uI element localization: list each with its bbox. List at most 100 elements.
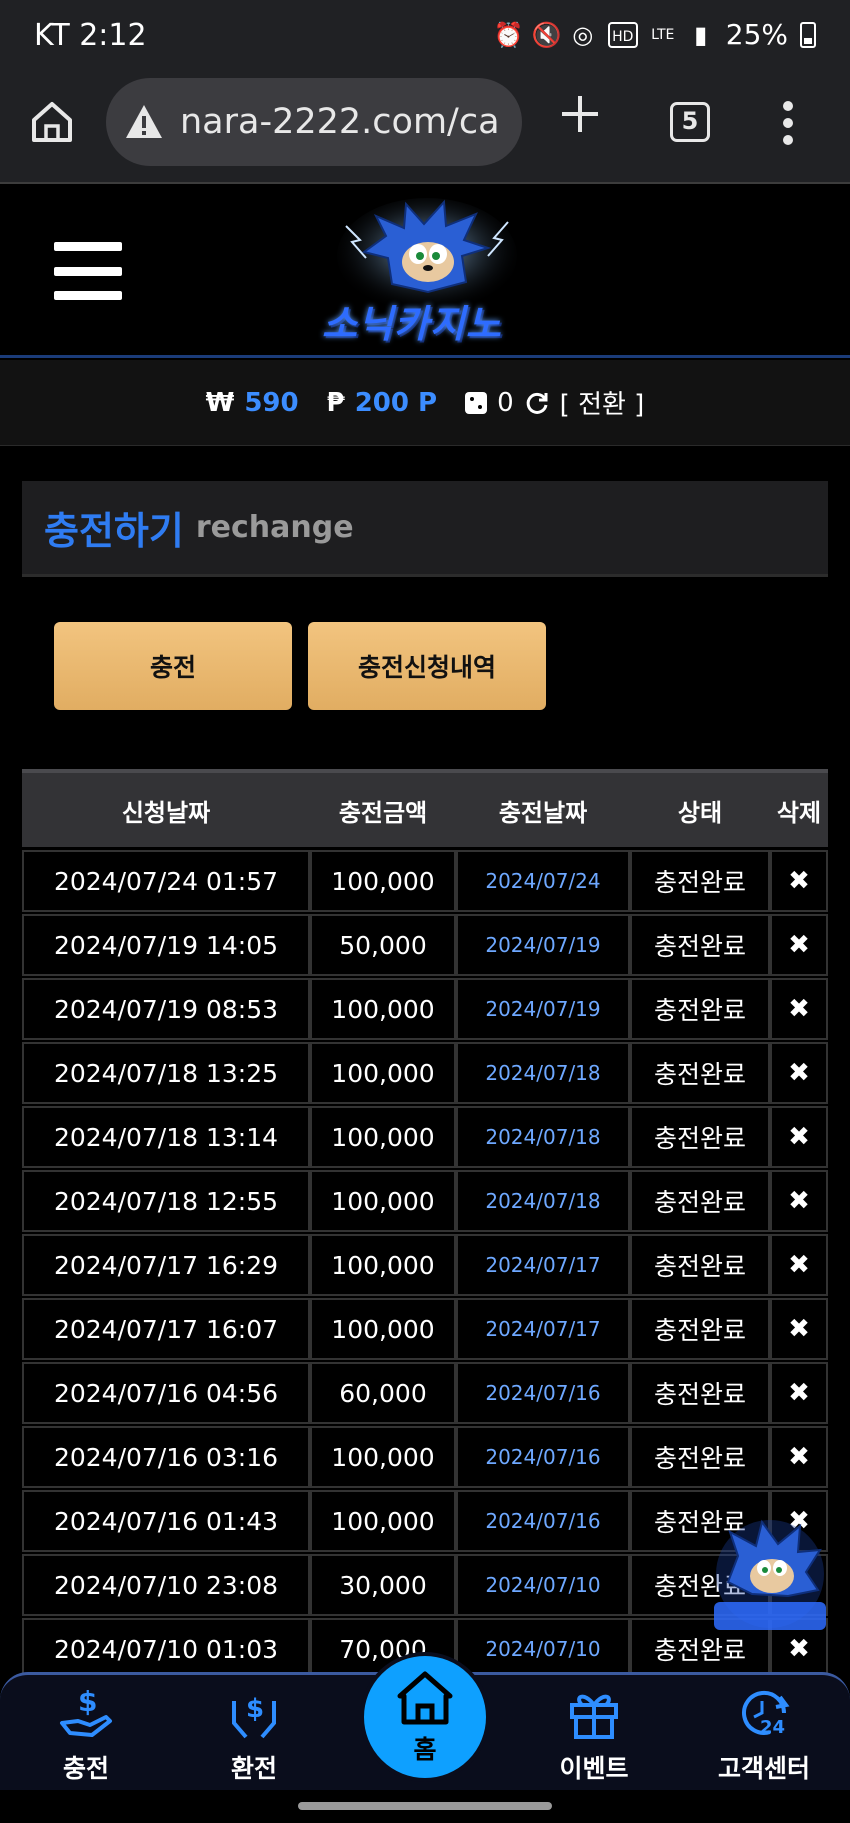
- cell-amount: 100,000: [310, 1106, 456, 1168]
- charge-history-button[interactable]: 충전신청내역: [308, 622, 546, 710]
- cell-charge-date: 2024/07/18: [456, 1042, 630, 1104]
- page-title-english: rechange: [195, 510, 354, 545]
- cell-status: 충전완료: [630, 914, 770, 976]
- header-delete: 삭제: [776, 798, 822, 827]
- delete-icon[interactable]: ✖: [770, 1298, 828, 1360]
- header-request-date: 신청날짜: [121, 798, 211, 827]
- delete-icon[interactable]: ✖: [770, 1362, 828, 1424]
- cell-status: 충전완료: [630, 978, 770, 1040]
- tab-switcher-button[interactable]: 5: [670, 102, 710, 142]
- battery-icon: [800, 21, 816, 48]
- new-tab-icon[interactable]: [558, 92, 602, 136]
- cell-request-date: 2024/07/16 04:56: [22, 1362, 310, 1424]
- cell-status: 충전완료: [630, 1234, 770, 1296]
- menu-icon[interactable]: [54, 242, 122, 300]
- cell-charge-date: 2024/07/19: [456, 914, 630, 976]
- cell-request-date: 2024/07/10 01:03: [22, 1618, 310, 1680]
- header-amount: 충전금액: [338, 798, 428, 827]
- more-menu-icon[interactable]: [782, 100, 794, 146]
- nav-event-label: 이벤트: [559, 1754, 629, 1783]
- cell-charge-date: 2024/07/10: [456, 1554, 630, 1616]
- carrier-time: KT 2:12: [34, 18, 147, 53]
- cell-charge-date: 2024/07/10: [456, 1618, 630, 1680]
- won-symbol: ₩: [205, 387, 235, 418]
- cell-amount: 100,000: [310, 1042, 456, 1104]
- cell-amount: 100,000: [310, 1170, 456, 1232]
- warning-icon[interactable]: [124, 102, 164, 142]
- delete-icon[interactable]: ✖: [770, 1426, 828, 1488]
- cell-amount: 100,000: [310, 1426, 456, 1488]
- browser-home-icon[interactable]: [28, 98, 76, 146]
- hd-icon: HD: [607, 21, 638, 48]
- charge-icon: $: [60, 1685, 112, 1737]
- nav-exchange[interactable]: $ 환전: [184, 1683, 324, 1791]
- cell-status: 충전완료: [630, 1362, 770, 1424]
- gift-icon: [570, 1694, 618, 1739]
- delete-icon[interactable]: ✖: [770, 1106, 828, 1168]
- delete-icon[interactable]: ✖: [770, 850, 828, 912]
- table-row: 2024/07/18 13:14 100,000 2024/07/18 충전완료 ✖: [22, 1106, 828, 1170]
- table-row: 2024/07/19 08:53 100,000 2024/07/19 충전완료 ✖: [22, 978, 828, 1042]
- svg-text:24: 24: [760, 1717, 785, 1738]
- delete-icon[interactable]: ✖: [770, 1042, 828, 1104]
- gesture-handle[interactable]: [298, 1802, 552, 1810]
- chip-balance: 0: [497, 387, 514, 418]
- url-text[interactable]: nara-2222.com/ca: [180, 102, 500, 142]
- cell-request-date: 2024/07/19 08:53: [22, 978, 310, 1040]
- nav-home[interactable]: 홈: [360, 1652, 490, 1782]
- cell-charge-date: 2024/07/19: [456, 978, 630, 1040]
- cell-amount: 100,000: [310, 978, 456, 1040]
- cell-amount: 100,000: [310, 1298, 456, 1360]
- table-row: 2024/07/17 16:29 100,000 2024/07/17 충전완료 ✖: [22, 1234, 828, 1298]
- nav-charge[interactable]: $ 충전: [16, 1683, 156, 1791]
- nav-support-label: 고객센터: [717, 1754, 810, 1783]
- hotspot-icon: ◎: [572, 20, 594, 49]
- cell-request-date: 2024/07/16 01:43: [22, 1490, 310, 1552]
- delete-icon[interactable]: ✖: [770, 914, 828, 976]
- refresh-icon[interactable]: [524, 390, 550, 416]
- site-header: 소닉카지노: [0, 186, 850, 358]
- won-balance: 590: [244, 387, 299, 418]
- cell-request-date: 2024/07/17 16:29: [22, 1234, 310, 1296]
- address-bar[interactable]: nara-2222.com/ca: [106, 78, 522, 166]
- table-header: 신청날짜 충전금액 충전날짜 상태 삭제: [22, 769, 828, 847]
- cell-status: 충전완료: [630, 1106, 770, 1168]
- signal-icon: ▮: [694, 20, 708, 49]
- floating-mascot-icon[interactable]: [708, 1516, 832, 1640]
- delete-icon[interactable]: ✖: [770, 978, 828, 1040]
- cell-status: 충전완료: [630, 1170, 770, 1232]
- cell-charge-date: 2024/07/18: [456, 1106, 630, 1168]
- page-title: 충전하기 rechange: [22, 481, 828, 577]
- cell-amount: 30,000: [310, 1554, 456, 1616]
- cell-request-date: 2024/07/18 13:14: [22, 1106, 310, 1168]
- dice-icon: [465, 391, 488, 414]
- charge-button[interactable]: 충전: [54, 622, 292, 710]
- delete-icon[interactable]: ✖: [770, 1234, 828, 1296]
- cell-amount: 100,000: [310, 850, 456, 912]
- point-symbol: ₱: [326, 387, 345, 418]
- status-icons: ⏰ 🔇 ◎ HD LTE ▮ 25%: [494, 18, 816, 51]
- cell-amount: 100,000: [310, 1490, 456, 1552]
- cell-amount: 50,000: [310, 914, 456, 976]
- page-title-korean: 충전하기: [44, 509, 184, 553]
- mute-icon: 🔇: [531, 20, 562, 49]
- lte-icon: LTE: [651, 26, 675, 43]
- switch-button[interactable]: [ 전환 ]: [560, 384, 645, 421]
- cell-charge-date: 2024/07/24: [456, 850, 630, 912]
- cell-request-date: 2024/07/17 16:07: [22, 1298, 310, 1360]
- balance-bar: ₩ 590 ₱ 200 P 0 [ 전환 ]: [0, 360, 850, 446]
- cell-charge-date: 2024/07/18: [456, 1170, 630, 1232]
- cell-charge-date: 2024/07/17: [456, 1234, 630, 1296]
- cell-request-date: 2024/07/16 03:16: [22, 1426, 310, 1488]
- cell-request-date: 2024/07/10 23:08: [22, 1554, 310, 1616]
- table-row: 2024/07/19 14:05 50,000 2024/07/19 충전완료 ✖: [22, 914, 828, 978]
- status-bar: KT 2:12 ⏰ 🔇 ◎ HD LTE ▮ 25%: [0, 0, 850, 72]
- cell-charge-date: 2024/07/16: [456, 1490, 630, 1552]
- delete-icon[interactable]: ✖: [770, 1170, 828, 1232]
- site-logo[interactable]: 소닉카지노: [316, 196, 538, 352]
- nav-event[interactable]: 이벤트: [524, 1683, 664, 1791]
- table-row: 2024/07/18 12:55 100,000 2024/07/18 충전완료 ✖: [22, 1170, 828, 1234]
- header-charge-date: 충전날짜: [498, 798, 588, 827]
- nav-support[interactable]: 24 고객센터: [694, 1683, 834, 1791]
- support-24-icon: 24: [742, 1690, 790, 1738]
